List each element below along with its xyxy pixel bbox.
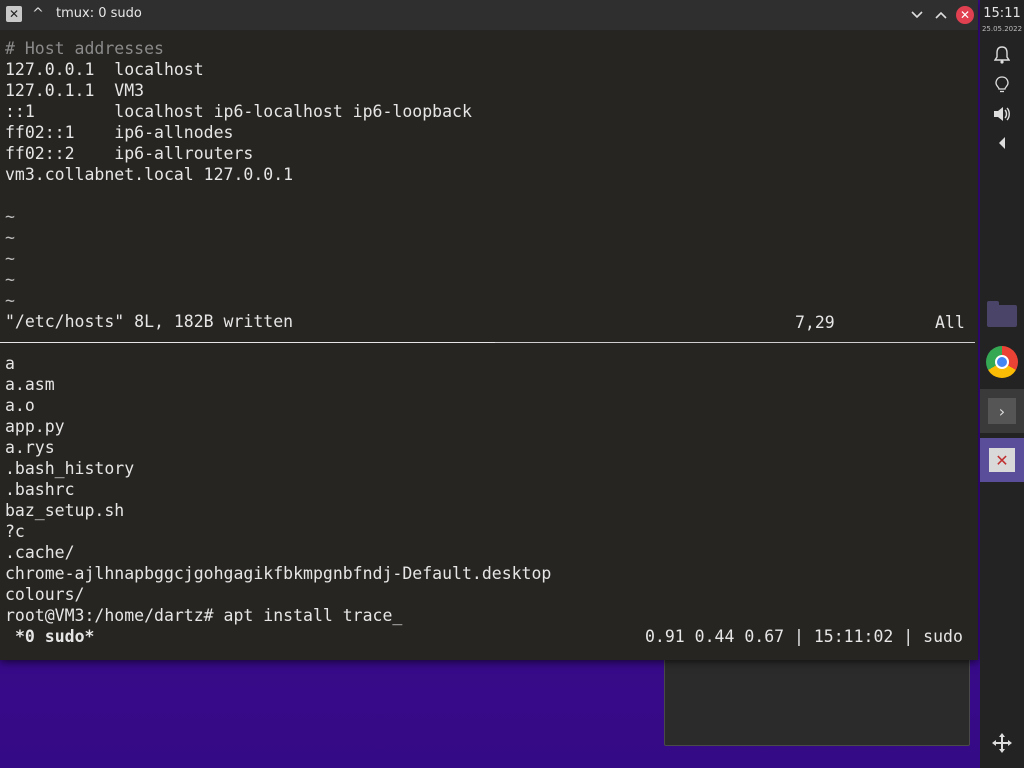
- shell-prompt[interactable]: root@VM3:/home/dartz# apt install trace_: [5, 605, 402, 626]
- chrome-icon[interactable]: [980, 340, 1024, 384]
- close-window-icon[interactable]: ✕: [980, 438, 1024, 482]
- tmux-status-bar: *0 sudo* 0.91 0.44 0.67 | 15:11:02 | sud…: [0, 626, 978, 647]
- vim-tilde: ~: [5, 249, 15, 268]
- vim-cursor-position: 7,29: [795, 313, 835, 332]
- folder-icon[interactable]: [980, 294, 1024, 338]
- keep-above-icon[interactable]: ^: [30, 6, 46, 22]
- shell-line: a.asm: [5, 375, 55, 394]
- maximize-button[interactable]: [932, 6, 950, 24]
- arrow-left-icon[interactable]: [980, 136, 1024, 150]
- bell-icon[interactable]: [980, 46, 1024, 64]
- vim-scroll-position: All: [935, 313, 965, 332]
- shell-line: ?c: [5, 522, 25, 541]
- close-button[interactable]: ✕: [956, 6, 974, 24]
- shell-line: chrome-ajlhnapbggcjgohgagikfbkmpgnbfndj-…: [5, 564, 552, 583]
- background-window[interactable]: [664, 652, 970, 746]
- shell-line: a.rys: [5, 438, 55, 457]
- vim-tilde: ~: [5, 291, 15, 310]
- shell-line: baz_setup.sh: [5, 501, 125, 520]
- shell-line: .bash_history: [5, 459, 135, 478]
- chevron-up-icon: [935, 11, 947, 19]
- volume-icon[interactable]: [980, 106, 1024, 122]
- vim-line: 127.0.1.1 VM3: [5, 81, 145, 100]
- vim-line: 127.0.0.1 localhost: [5, 60, 204, 79]
- title-bar[interactable]: ✕ ^ tmux: 0 sudo ✕: [0, 0, 978, 30]
- terminal-icon[interactable]: ›: [980, 389, 1024, 433]
- vim-tilde: ~: [5, 228, 15, 247]
- terminal-content[interactable]: # Host addresses 127.0.0.1 localhost 127…: [0, 30, 978, 660]
- terminal-window[interactable]: ✕ ^ tmux: 0 sudo ✕ # Host addresses 127.…: [0, 0, 978, 660]
- pane-divider-active: [0, 342, 495, 343]
- shell-line: .cache/: [5, 543, 75, 562]
- minimize-button[interactable]: [908, 6, 926, 24]
- vim-line: vm3.collabnet.local 127.0.0.1: [5, 165, 294, 184]
- vim-line: # Host addresses: [5, 39, 164, 58]
- chevron-down-icon: [911, 11, 923, 19]
- panel-date: 25.05.2022: [981, 25, 1023, 33]
- move-icon[interactable]: [980, 732, 1024, 754]
- window-title: tmux: 0 sudo: [56, 6, 142, 21]
- tmux-status-info: 0.91 0.44 0.67 | 15:11:02 | sudo: [645, 627, 963, 646]
- tmux-window-label[interactable]: *0 sudo*: [15, 626, 94, 647]
- panel-clock[interactable]: 15:11: [980, 6, 1024, 21]
- terminal-app-icon[interactable]: ✕: [6, 6, 22, 22]
- shell-line: colours/: [5, 585, 85, 604]
- shell-line: .bashrc: [5, 480, 75, 499]
- system-panel: 15:11 25.05.2022 › ✕: [980, 0, 1024, 768]
- vim-status-message: "/etc/hosts" 8L, 182B written: [5, 312, 294, 331]
- shell-line: app.py: [5, 417, 65, 436]
- vim-line: ff02::1 ip6-allnodes: [5, 123, 234, 142]
- shell-line: a.o: [5, 396, 35, 415]
- vim-tilde: ~: [5, 270, 15, 289]
- vim-line: ::1 localhost ip6-localhost ip6-loopback: [5, 102, 472, 121]
- vim-line: ff02::2 ip6-allrouters: [5, 144, 254, 163]
- vim-tilde: ~: [5, 207, 15, 226]
- shell-line: a: [5, 354, 15, 373]
- lightbulb-icon[interactable]: [980, 76, 1024, 94]
